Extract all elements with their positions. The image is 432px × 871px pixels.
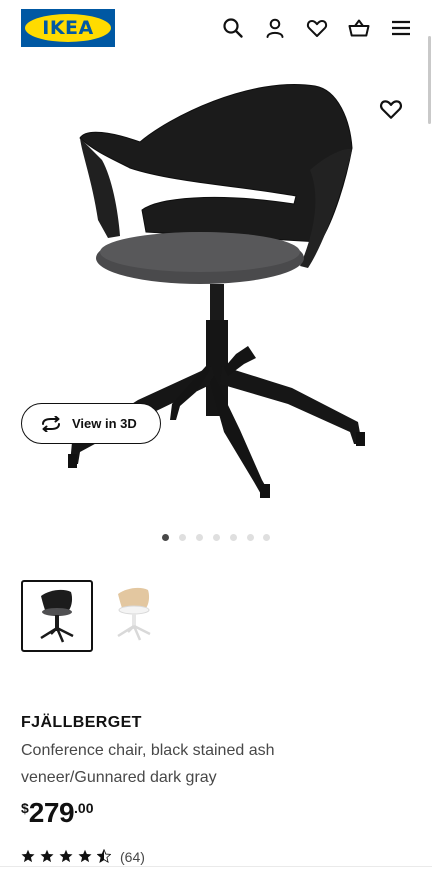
heart-icon[interactable]	[379, 97, 403, 121]
black-chair-thumbnail	[40, 589, 74, 643]
carousel-dot[interactable]	[179, 534, 186, 541]
carousel-dot[interactable]	[196, 534, 203, 541]
thumbnail-white-chair[interactable]	[104, 580, 176, 652]
carousel-dot[interactable]	[230, 534, 237, 541]
rotate-icon	[42, 416, 60, 432]
heart-icon[interactable]	[306, 17, 328, 39]
search-icon[interactable]	[222, 17, 244, 39]
price-cents: .00	[74, 800, 94, 816]
menu-icon[interactable]	[390, 17, 412, 39]
star-icon	[40, 849, 54, 863]
product-name[interactable]: FJÄLLBERGET	[21, 714, 142, 732]
logo-text: IKEA	[42, 17, 94, 39]
account-icon[interactable]	[264, 17, 286, 39]
star-icon	[78, 849, 92, 863]
ikea-logo[interactable]: IKEA	[21, 9, 115, 47]
carousel-dot[interactable]	[247, 534, 254, 541]
view-in-3d-label: View in 3D	[72, 416, 137, 431]
basket-icon[interactable]	[348, 17, 370, 39]
half-star-icon	[97, 849, 111, 863]
carousel-dot[interactable]	[162, 534, 169, 541]
view-in-3d-button[interactable]: View in 3D	[21, 403, 161, 444]
rating-count: (64)	[120, 849, 145, 865]
product-image-chair[interactable]	[0, 70, 432, 510]
product-description: Conference chair, black stained ash vene…	[21, 742, 275, 786]
header: IKEA	[0, 0, 432, 58]
carousel-dot[interactable]	[213, 534, 220, 541]
white-chair-thumbnail	[117, 587, 151, 641]
thumbnail-black-chair[interactable]	[21, 580, 93, 652]
star-icon	[21, 849, 35, 863]
divider	[0, 866, 432, 867]
price-currency: $	[21, 800, 29, 816]
product-price: $279.00	[21, 797, 93, 829]
star-icon	[59, 849, 73, 863]
price-whole: 279	[28, 797, 75, 828]
carousel-dot[interactable]	[263, 534, 270, 541]
